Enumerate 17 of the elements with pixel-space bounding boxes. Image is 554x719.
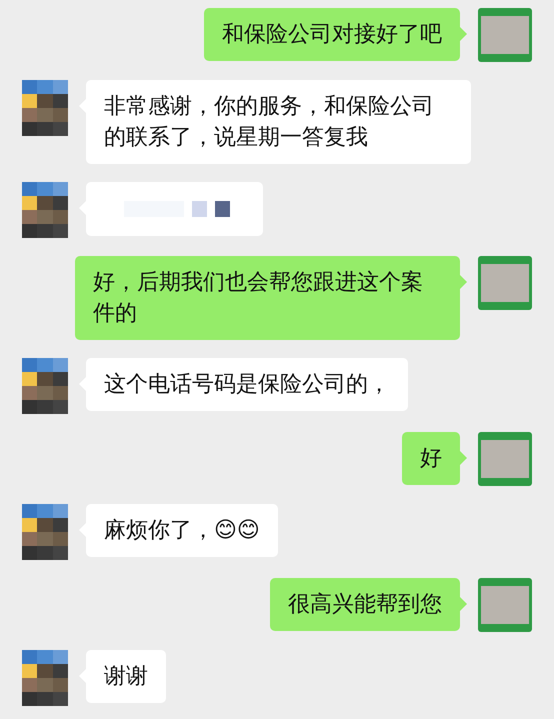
message-bubble: 麻烦你了，😊😊 <box>86 504 278 557</box>
message-bubble: 谢谢 <box>86 650 166 703</box>
avatar-photo-placeholder <box>478 578 532 632</box>
message-bubble: 很高兴能帮到您 <box>270 578 460 631</box>
pixelated-avatar <box>22 358 68 414</box>
avatar-photo-placeholder <box>478 432 532 486</box>
message-bubble: 和保险公司对接好了吧 <box>204 8 460 61</box>
pixelated-avatar <box>22 80 68 136</box>
message-bubble: 好，后期我们也会帮您跟进这个案件的 <box>75 256 460 340</box>
message-bubble: 这个电话号码是保险公司的， <box>86 358 408 411</box>
avatar-photo-placeholder <box>478 256 532 310</box>
pixelated-avatar <box>22 504 68 560</box>
avatar-photo-placeholder <box>478 8 532 62</box>
pixelated-avatar <box>22 182 68 238</box>
message-bubble: 好 <box>402 432 460 485</box>
pixelated-avatar <box>22 650 68 706</box>
message-bubble: 非常感谢，你的服务，和保险公司的联系了，说星期一答复我 <box>86 80 471 164</box>
